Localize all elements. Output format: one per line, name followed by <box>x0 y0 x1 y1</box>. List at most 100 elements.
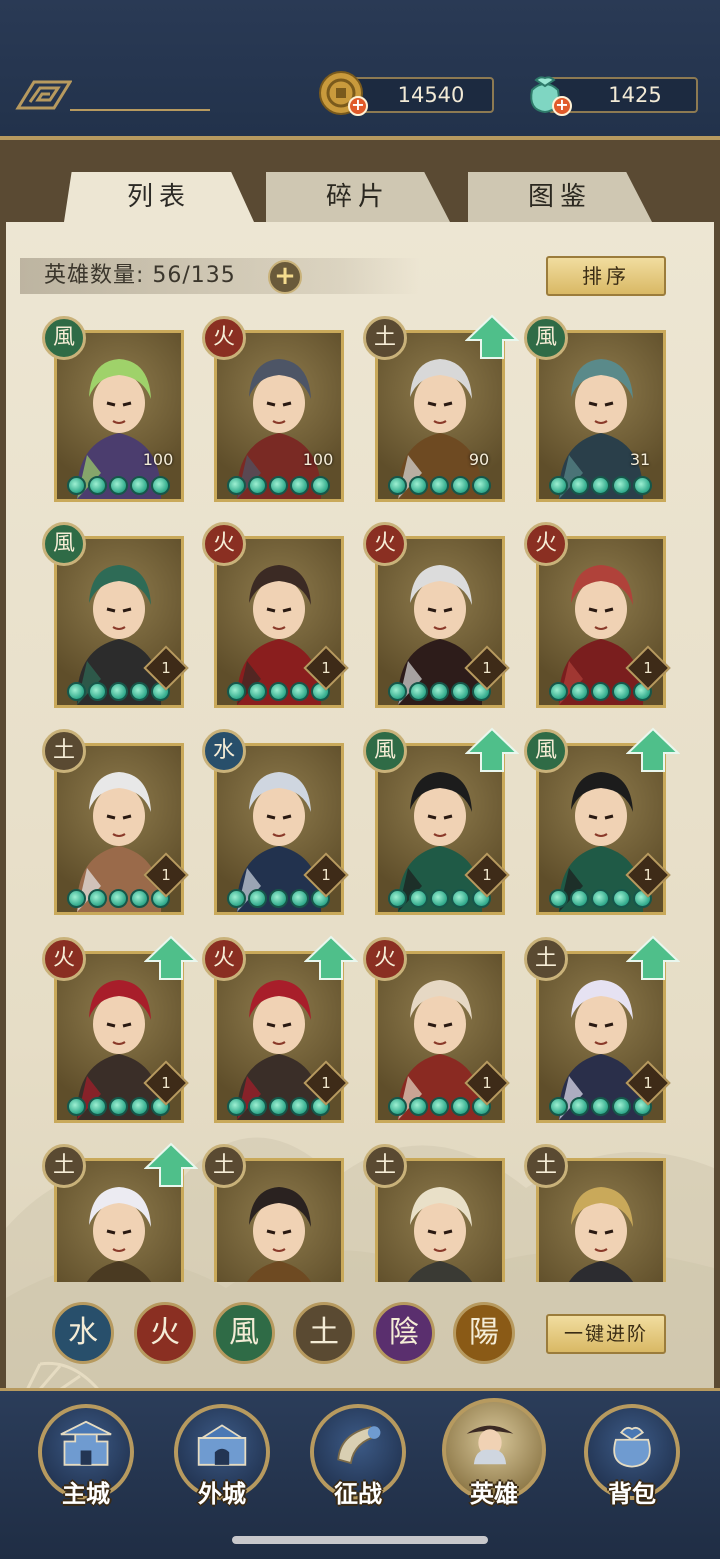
element-filter-button[interactable]: 土 <box>293 1302 355 1364</box>
star-icon <box>130 682 149 701</box>
star-icon <box>430 682 449 701</box>
star-icon <box>430 476 449 495</box>
element-filter-button[interactable]: 火 <box>134 1302 196 1364</box>
home-indicator[interactable] <box>232 1536 488 1544</box>
one-click-advance-button[interactable]: 一键进阶 <box>546 1314 666 1354</box>
sort-button[interactable]: 排序 <box>546 256 666 296</box>
hero-card[interactable]: 100 火 <box>202 316 344 502</box>
hero-element-badge: 風 <box>363 729 407 773</box>
upgrade-arrow-icon <box>465 727 519 772</box>
star-icon <box>88 476 107 495</box>
hero-element-badge: 火 <box>363 937 407 981</box>
element-filter-button[interactable]: 風 <box>213 1302 275 1364</box>
star-rating <box>227 1097 330 1116</box>
star-rating <box>67 889 170 908</box>
star-icon <box>409 682 428 701</box>
hero-level-value: 1 <box>321 1074 331 1092</box>
star-icon <box>88 1097 107 1116</box>
tab-codex[interactable]: 图鉴 <box>468 172 652 222</box>
star-icon <box>591 889 610 908</box>
star-icon <box>612 476 631 495</box>
hero-portrait-icon <box>466 1425 514 1465</box>
star-icon <box>409 889 428 908</box>
hero-count: 英雄数量: 56/135 <box>44 263 236 288</box>
hero-card[interactable]: 1火 <box>202 935 358 1123</box>
hero-card[interactable]: 1土 <box>524 935 680 1123</box>
star-icon <box>109 889 128 908</box>
element-filter-button[interactable]: 陰 <box>373 1302 435 1364</box>
hero-card[interactable]: 31 風 <box>524 316 666 502</box>
expand-hero-slots-button[interactable]: + <box>268 260 302 294</box>
hero-level-value: 1 <box>643 866 653 884</box>
star-icon <box>88 682 107 701</box>
hero-level-value: 1 <box>482 866 492 884</box>
hero-card[interactable]: 90 土 <box>363 314 519 502</box>
top-bar: 14540 + 1425 + <box>0 0 720 140</box>
star-icon <box>388 682 407 701</box>
star-icon <box>151 476 170 495</box>
star-icon <box>451 682 470 701</box>
star-icon <box>88 889 107 908</box>
hero-card[interactable]: 土 <box>42 1142 198 1282</box>
hero-card[interactable]: 1火 <box>202 522 349 708</box>
upgrade-arrow-icon <box>626 727 680 772</box>
hero-element-badge: 火 <box>42 937 86 981</box>
upgrade-arrow-icon <box>144 935 198 980</box>
star-icon <box>591 476 610 495</box>
hero-card[interactable]: 土 <box>202 1144 344 1282</box>
hero-card[interactable]: 土 <box>363 1144 505 1282</box>
hero-element-badge: 火 <box>363 522 407 566</box>
hero-level-value: 1 <box>321 866 331 884</box>
hero-element-badge: 土 <box>524 1144 568 1188</box>
hero-element-badge: 火 <box>202 522 246 566</box>
header-divider <box>70 109 210 111</box>
hero-card[interactable]: 1土 <box>42 729 189 915</box>
star-icon <box>549 476 568 495</box>
hero-level-value: 1 <box>643 659 653 677</box>
star-icon <box>311 476 330 495</box>
hero-element-badge: 土 <box>363 316 407 360</box>
star-rating <box>227 889 330 908</box>
hero-card[interactable]: 100 風 <box>42 316 184 502</box>
element-filter-button[interactable]: 水 <box>52 1302 114 1364</box>
star-rating <box>227 476 330 495</box>
star-icon <box>109 1097 128 1116</box>
star-icon <box>290 1097 309 1116</box>
star-icon <box>130 476 149 495</box>
add-coins-button[interactable]: + <box>348 96 368 116</box>
star-icon <box>612 1097 631 1116</box>
star-icon <box>67 1097 86 1116</box>
star-icon <box>290 476 309 495</box>
hero-card[interactable]: 1火 <box>42 935 198 1123</box>
castle-icon <box>60 1420 112 1466</box>
hero-card[interactable]: 1風 <box>363 727 519 915</box>
hero-element-badge: 火 <box>524 522 568 566</box>
hero-card[interactable]: 1風 <box>524 727 680 915</box>
hero-card[interactable]: 1水 <box>202 729 349 915</box>
hero-card[interactable]: 1火 <box>363 937 510 1123</box>
hero-card[interactable]: 1風 <box>42 522 189 708</box>
star-icon <box>269 1097 288 1116</box>
star-rating <box>67 682 170 701</box>
star-icon <box>633 476 652 495</box>
tab-fragments[interactable]: 碎片 <box>266 172 450 222</box>
bag-icon <box>613 1426 651 1468</box>
star-icon <box>248 476 267 495</box>
tab-list[interactable]: 列表 <box>64 172 254 222</box>
hero-level-value: 1 <box>482 659 492 677</box>
hero-level-value: 31 <box>629 450 651 469</box>
element-filter-button[interactable]: 陽 <box>453 1302 515 1364</box>
star-icon <box>591 1097 610 1116</box>
hero-card[interactable]: 土 <box>524 1144 666 1282</box>
hero-card[interactable]: 1火 <box>363 522 510 708</box>
city-gate-icon <box>197 1424 247 1466</box>
hero-card[interactable]: 1火 <box>524 522 671 708</box>
star-icon <box>472 476 491 495</box>
star-icon <box>451 1097 470 1116</box>
star-icon <box>67 476 86 495</box>
hero-level: 90 <box>457 446 501 478</box>
star-icon <box>409 476 428 495</box>
star-icon <box>591 682 610 701</box>
add-jade-button[interactable]: + <box>552 96 572 116</box>
star-icon <box>248 889 267 908</box>
